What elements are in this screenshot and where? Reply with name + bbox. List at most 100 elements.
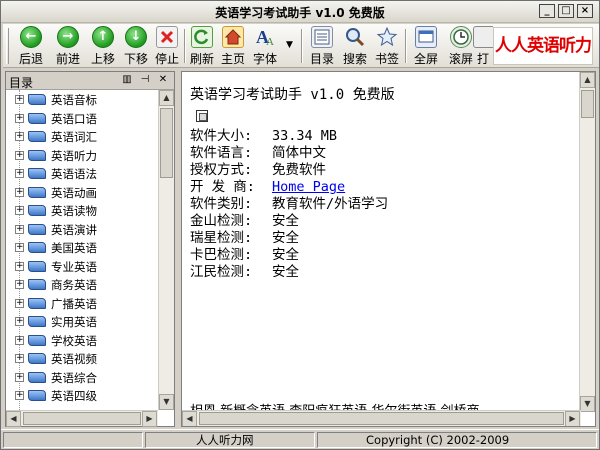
content-heading: 英语学习考试助手 v1.0 免费版 <box>190 87 395 103</box>
stop-icon <box>156 26 178 48</box>
tree-item[interactable]: + 英语读物 <box>6 201 158 220</box>
stop-button[interactable]: 停止 <box>149 26 185 66</box>
info-row: 授权方式: 免费软件 <box>190 162 388 179</box>
app-window: 英语学习考试助手 v1.0 免费版 _ □ × ← 后退 → 前进 ↑ 上移 ↓… <box>0 0 600 450</box>
tree-item[interactable]: + 英语视频 <box>6 349 158 368</box>
info-key: 瑞星检测: <box>190 230 253 246</box>
brand-logo: 人人英语听力 <box>493 27 593 65</box>
scroll-down-arrow-icon[interactable]: ▼ <box>159 394 174 410</box>
expand-icon[interactable]: + <box>15 95 24 104</box>
expand-icon[interactable]: + <box>15 224 24 234</box>
up-label: 上移 <box>90 52 115 66</box>
close-button[interactable]: × <box>577 4 593 18</box>
expand-icon[interactable]: + <box>15 317 24 326</box>
tree-item[interactable]: + 专业英语 <box>6 257 158 276</box>
book-icon <box>28 279 46 290</box>
info-key: 软件大小: <box>190 128 253 144</box>
info-value: 33.34 MB <box>272 128 338 144</box>
print-button[interactable]: 打 <box>473 26 493 66</box>
panel-close-icon[interactable]: ✕ <box>156 73 170 87</box>
developer-homepage-link[interactable]: Home Page <box>272 179 345 196</box>
tree-item[interactable]: + 英语口语 <box>6 109 158 128</box>
expand-icon[interactable]: + <box>15 391 24 400</box>
expand-icon[interactable]: + <box>15 113 24 123</box>
tree-item[interactable]: + 英语四级 <box>6 386 158 405</box>
tree-item[interactable]: + 商务英语 <box>6 275 158 294</box>
directory-button[interactable]: 目录 <box>304 26 340 66</box>
book-icon <box>28 242 46 253</box>
tree-item[interactable]: + 英语音标 <box>6 90 158 109</box>
scroll-up-arrow-icon[interactable]: ▲ <box>159 90 174 106</box>
scrollbar-thumb[interactable] <box>23 412 141 425</box>
expand-icon[interactable]: + <box>15 261 24 271</box>
expand-icon[interactable]: + <box>15 335 24 345</box>
book-icon <box>28 94 46 105</box>
scrollbar-thumb[interactable] <box>581 90 594 118</box>
panel-toggle-icon[interactable]: ▥ <box>120 73 134 87</box>
tree-item[interactable]: + 英语听力 <box>6 146 158 165</box>
expand-icon[interactable]: + <box>15 298 24 308</box>
info-row: 开 发 商: Home Page <box>190 179 388 196</box>
scroll-clock-icon <box>450 26 472 48</box>
expand-icon[interactable]: + <box>15 372 24 382</box>
tree-item-label: 英语词汇 <box>51 130 97 144</box>
expand-icon[interactable]: + <box>15 280 24 289</box>
info-key: 授权方式: <box>190 162 253 178</box>
tree-item[interactable]: + 美国英语 <box>6 238 158 257</box>
tree-item[interactable]: + 英语词汇 <box>6 127 158 146</box>
book-icon <box>28 297 46 309</box>
tree-item[interactable]: + 学校英语 <box>6 331 158 350</box>
expand-icon[interactable]: + <box>15 187 24 197</box>
back-button[interactable]: ← 后退 <box>13 26 49 66</box>
info-row: 卡巴检测: 安全 <box>190 247 388 264</box>
scrollbar-thumb[interactable] <box>160 108 173 178</box>
font-button[interactable]: AA 字体 <box>247 26 283 66</box>
tree-item[interactable]: + 英语动画 <box>6 183 158 202</box>
expand-icon[interactable]: + <box>15 169 24 178</box>
font-dropdown-icon[interactable]: ▼ <box>286 40 293 50</box>
search-label: 搜索 <box>342 52 367 66</box>
fullscreen-button[interactable]: 全屏 <box>408 26 444 66</box>
tree-item[interactable]: + 英语综合 <box>6 368 158 387</box>
pin-icon[interactable]: ⊣ <box>138 73 152 87</box>
tree-horizontal-scrollbar[interactable]: ◀ ▶ <box>6 410 158 427</box>
scroll-down-arrow-icon[interactable]: ▼ <box>580 396 595 412</box>
expand-icon[interactable]: + <box>15 132 24 141</box>
scroll-left-arrow-icon[interactable]: ◀ <box>182 411 197 426</box>
scroll-right-arrow-icon[interactable]: ▶ <box>142 411 157 427</box>
tree-item[interactable]: + 广播英语 <box>6 294 158 313</box>
tree-item[interactable]: + 英语演讲 <box>6 220 158 239</box>
info-row: 江民检测: 安全 <box>190 264 388 281</box>
expand-icon[interactable]: + <box>15 354 24 363</box>
search-button[interactable]: 搜索 <box>337 26 373 66</box>
scroll-up-arrow-icon[interactable]: ▲ <box>580 72 595 88</box>
scrollbar-thumb[interactable] <box>199 412 564 425</box>
home-button[interactable]: 主页 <box>215 26 251 66</box>
maximize-button[interactable]: □ <box>558 4 574 18</box>
tree-item[interactable]: + 实用英语 <box>6 312 158 331</box>
expand-icon[interactable]: + <box>15 206 24 215</box>
content-horizontal-scrollbar[interactable]: ◀ ▶ <box>182 410 581 426</box>
tree-item-label: 英语视频 <box>51 352 97 366</box>
forward-button[interactable]: → 前进 <box>50 26 86 66</box>
info-value: 安全 <box>272 230 299 246</box>
tree-item[interactable]: + 英语语法 <box>6 164 158 183</box>
expand-icon[interactable]: + <box>15 150 24 160</box>
bookmark-button[interactable]: 书签 <box>369 26 405 66</box>
directory-icon <box>311 26 333 48</box>
toolbar-grip[interactable] <box>6 28 9 64</box>
book-icon <box>28 334 46 346</box>
scroll-right-arrow-icon[interactable]: ▶ <box>565 411 580 426</box>
minimize-button[interactable]: _ <box>539 4 555 18</box>
book-icon <box>28 131 46 142</box>
scroll-left-arrow-icon[interactable]: ◀ <box>6 411 21 427</box>
toolbar-separator <box>301 29 303 63</box>
info-key: 软件语言: <box>190 145 253 161</box>
tree-vertical-scrollbar[interactable]: ▲ ▼ <box>158 90 174 410</box>
panel-splitter[interactable] <box>176 71 180 427</box>
up-button[interactable]: ↑ 上移 <box>85 26 121 66</box>
info-row: 软件类别: 教育软件/外语学习 <box>190 196 388 213</box>
font-icon: AA <box>254 26 276 48</box>
content-vertical-scrollbar[interactable]: ▲ ▼ <box>579 72 595 412</box>
expand-icon[interactable]: + <box>15 243 24 252</box>
